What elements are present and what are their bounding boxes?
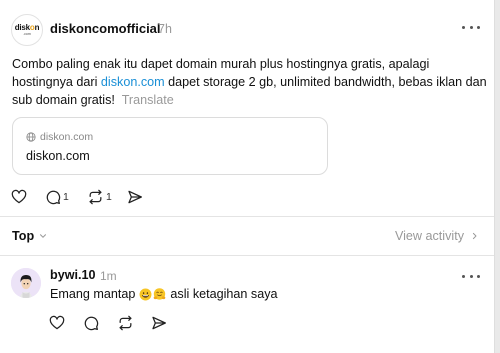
- panel-edge: [494, 0, 500, 353]
- grinning-face-emoji: [139, 288, 152, 301]
- heart-icon: [49, 315, 65, 331]
- post-author-username[interactable]: diskoncomofficial: [50, 21, 161, 36]
- reply-like-button[interactable]: [49, 314, 83, 332]
- chevron-down-icon: [38, 231, 48, 241]
- reply-repost-button[interactable]: [117, 314, 151, 332]
- reply-text-part: Emang mantap: [50, 287, 136, 301]
- reply-action-bar: [49, 314, 175, 332]
- comment-count: 1: [63, 191, 69, 203]
- reply-body: Emang mantap asli ketagihan saya: [50, 287, 278, 301]
- reply-text-part: asli ketagihan saya: [170, 287, 278, 301]
- heart-icon: [11, 189, 27, 205]
- reply-comment-button[interactable]: [83, 314, 117, 332]
- globe-icon: [26, 132, 36, 142]
- brand-logo-sub: .com: [23, 32, 31, 36]
- link-preview-title: diskon.com: [26, 149, 90, 163]
- comment-button[interactable]: 1: [45, 188, 87, 206]
- brand-logo: diskon: [14, 23, 40, 32]
- post-author-avatar[interactable]: diskon .com: [11, 14, 43, 46]
- view-activity-label: View activity: [394, 229, 464, 243]
- post-timestamp[interactable]: 7h: [158, 22, 172, 36]
- post-body: Combo paling enak itu dapet domain murah…: [12, 55, 490, 109]
- repost-count: 1: [106, 191, 112, 203]
- chevron-right-icon: [470, 231, 479, 241]
- reply-timestamp[interactable]: 1m: [100, 269, 117, 283]
- translate-link[interactable]: Translate: [122, 93, 174, 107]
- view-activity-link[interactable]: View activity: [395, 229, 479, 243]
- reply-author-avatar[interactable]: [11, 268, 41, 298]
- comment-icon: [45, 189, 61, 205]
- repost-icon: [87, 189, 104, 205]
- section-divider: [0, 216, 494, 217]
- more-horizontal-icon[interactable]: [462, 20, 480, 34]
- repost-icon: [117, 315, 134, 331]
- link-preview-domain-row: diskon.com: [26, 131, 93, 143]
- reply-share-button[interactable]: [151, 314, 175, 332]
- comment-icon: [83, 315, 99, 331]
- send-icon: [127, 189, 143, 205]
- thread-card: diskon .com diskoncomofficial 7h Combo p…: [0, 0, 500, 353]
- link-preview-card[interactable]: diskon.com diskon.com: [12, 117, 328, 175]
- repost-button[interactable]: 1: [87, 188, 127, 206]
- send-icon: [151, 315, 167, 331]
- share-button[interactable]: [127, 188, 151, 206]
- section-divider: [0, 255, 494, 256]
- hugging-face-emoji: [153, 287, 166, 301]
- post-inline-link[interactable]: diskon.com: [101, 75, 165, 89]
- reply-author-username[interactable]: bywi.10: [50, 268, 96, 282]
- link-preview-domain: diskon.com: [40, 131, 94, 143]
- sort-replies-dropdown[interactable]: Top: [12, 229, 48, 243]
- sort-label: Top: [12, 229, 35, 243]
- like-button[interactable]: [11, 188, 45, 206]
- post-action-bar: 1 1: [11, 188, 151, 206]
- more-horizontal-icon[interactable]: [462, 269, 480, 283]
